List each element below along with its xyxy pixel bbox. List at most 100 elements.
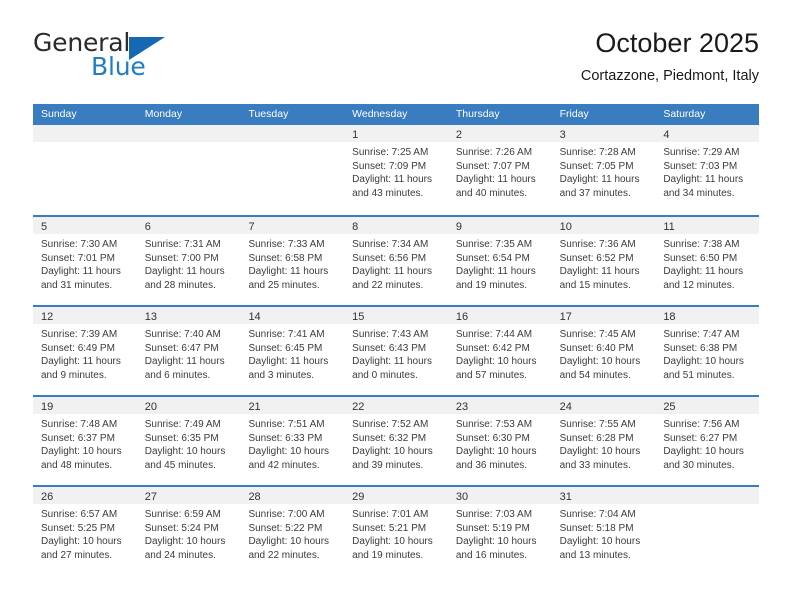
day-details: Sunrise: 7:04 AM Sunset: 5:18 PM Daylight:… — [552, 504, 656, 562]
day-details: Sunrise: 7:30 AM Sunset: 7:01 PM Daylight:… — [33, 234, 137, 292]
sunrise-text: Sunrise: 7:33 AM — [248, 239, 325, 250]
day-cell[interactable]: 28 Sunrise: 7:00 AM Sunset: 5:22 PM Dayligh… — [240, 487, 345, 575]
sunrise-text: Sunrise: 7:01 AM — [352, 509, 429, 520]
day-cell[interactable]: 9 Sunrise: 7:35 AM Sunset: 6:54 PM Daylight… — [447, 217, 552, 305]
sunrise-text: Sunrise: 7:44 AM — [455, 329, 533, 340]
daylight-text-line2: and 15 minutes. — [559, 279, 631, 291]
day-cell[interactable]: 15 Sunrise: 7:43 AM Sunset: 6:43 PM Dayligh… — [344, 307, 448, 395]
day-details: Sunrise: 7:56 AM Sunset: 6:27 PM Daylight:… — [655, 414, 759, 472]
daylight-text-line1: Daylight: 10 hours — [663, 356, 744, 367]
day-details: Sunrise: 7:40 AM Sunset: 6:47 PM Daylight:… — [137, 324, 241, 382]
day-cell[interactable]: 17 Sunrise: 7:45 AM Sunset: 6:40 PM Dayligh… — [551, 307, 656, 395]
day-cell[interactable]: 31 Sunrise: 7:04 AM Sunset: 5:18 PM Dayligh… — [551, 487, 656, 575]
daylight-text-line2: and 43 minutes. — [352, 187, 424, 199]
date-band: 1 — [344, 125, 448, 142]
day-cell[interactable]: 23 Sunrise: 7:53 AM Sunset: 6:30 PM Dayligh… — [447, 397, 552, 485]
daylight-text-line2: and 6 minutes. — [144, 369, 211, 381]
date-number: 2 — [455, 129, 462, 141]
daylight-text-line1: Daylight: 10 hours — [455, 446, 537, 457]
day-cell[interactable]: 26 Sunrise: 6:57 AM Sunset: 5:25 PM Dayligh… — [33, 487, 137, 575]
sunrise-text: Sunrise: 7:49 AM — [144, 419, 221, 430]
sunrise-text: Sunrise: 7:30 AM — [41, 239, 118, 250]
day-details: Sunrise: 6:59 AM Sunset: 5:24 PM Daylight:… — [137, 504, 241, 562]
day-cell[interactable]: 20 Sunrise: 7:49 AM Sunset: 6:35 PM Dayligh… — [136, 397, 241, 485]
day-cell[interactable]: 11 Sunrise: 7:38 AM Sunset: 6:50 PM Dayligh… — [655, 217, 760, 305]
day-details: Sunrise: 7:45 AM Sunset: 6:40 PM Daylight:… — [552, 324, 656, 382]
daylight-text-line2: and 22 minutes. — [352, 279, 424, 291]
day-cell[interactable]: 14 Sunrise: 7:41 AM Sunset: 6:45 PM Dayligh… — [240, 307, 345, 395]
brand-logo[interactable]: General Blue — [33, 26, 263, 88]
daylight-text-line2: and 31 minutes. — [41, 279, 113, 291]
sunset-text: Sunset: 5:24 PM — [144, 522, 219, 534]
day-cell[interactable]: 30 Sunrise: 7:03 AM Sunset: 5:19 PM Dayligh… — [447, 487, 552, 575]
daylight-text-line2: and 13 minutes. — [559, 549, 631, 561]
sunset-text: Sunset: 6:37 PM — [41, 432, 115, 444]
date-band: 3 — [551, 125, 656, 142]
day-cell[interactable]: 1 Sunrise: 7:25 AM Sunset: 7:09 PM Daylight… — [344, 125, 448, 215]
day-cell-empty — [33, 125, 137, 215]
date-number: 16 — [455, 311, 469, 323]
day-cell[interactable]: 18 Sunrise: 7:47 AM Sunset: 6:38 PM Dayligh… — [655, 307, 760, 395]
day-details: Sunrise: 7:35 AM Sunset: 6:54 PM Daylight:… — [448, 234, 552, 292]
daylight-text-line2: and 48 minutes. — [41, 459, 113, 471]
date-number: 5 — [41, 221, 48, 233]
day-cell[interactable]: 4 Sunrise: 7:29 AM Sunset: 7:03 PM Daylight… — [655, 125, 760, 215]
day-cell[interactable]: 25 Sunrise: 7:56 AM Sunset: 6:27 PM Dayligh… — [655, 397, 760, 485]
day-details: Sunrise: 7:00 AM Sunset: 5:22 PM Daylight:… — [240, 504, 344, 562]
date-band: 12 — [33, 307, 137, 324]
daylight-text-line2: and 24 minutes. — [144, 549, 216, 561]
daylight-text-line2: and 12 minutes. — [663, 279, 735, 291]
day-cell[interactable]: 3 Sunrise: 7:28 AM Sunset: 7:05 PM Daylight… — [551, 125, 656, 215]
daylight-text-line2: and 42 minutes. — [248, 459, 320, 471]
date-number: 31 — [559, 491, 572, 503]
day-cell[interactable]: 19 Sunrise: 7:48 AM Sunset: 6:37 PM Dayligh… — [33, 397, 137, 485]
day-cell[interactable]: 24 Sunrise: 7:55 AM Sunset: 6:28 PM Dayligh… — [551, 397, 656, 485]
date-band: 11 — [655, 217, 760, 234]
day-cell[interactable]: 27 Sunrise: 6:59 AM Sunset: 5:24 PM Dayligh… — [136, 487, 241, 575]
sunset-text: Sunset: 7:01 PM — [41, 252, 115, 264]
daylight-text-line1: Daylight: 10 hours — [352, 536, 433, 547]
sunset-text: Sunset: 6:43 PM — [352, 342, 427, 354]
daylight-text-line2: and 39 minutes. — [352, 459, 424, 471]
sunrise-text: Sunrise: 7:39 AM — [41, 329, 118, 340]
day-cell[interactable]: 13 Sunrise: 7:40 AM Sunset: 6:47 PM Dayligh… — [136, 307, 241, 395]
daylight-text-line2: and 30 minutes. — [663, 459, 735, 471]
daylight-text-line2: and 0 minutes. — [352, 369, 418, 381]
date-number: 27 — [144, 491, 157, 503]
date-band: 9 — [447, 217, 552, 234]
sunset-text: Sunset: 6:42 PM — [455, 342, 530, 354]
date-number: 25 — [663, 401, 676, 413]
day-cell[interactable]: 5 Sunrise: 7:30 AM Sunset: 7:01 PM Daylight… — [33, 217, 137, 305]
sunrise-text: Sunrise: 7:00 AM — [248, 509, 325, 520]
day-cell[interactable]: 22 Sunrise: 7:52 AM Sunset: 6:32 PM Dayligh… — [344, 397, 448, 485]
sunrise-text: Sunrise: 7:40 AM — [144, 329, 221, 340]
day-cell[interactable]: 2 Sunrise: 7:26 AM Sunset: 7:07 PM Daylight… — [447, 125, 552, 215]
date-number: 11 — [663, 221, 675, 233]
date-band — [33, 125, 137, 142]
daylight-text-line2: and 40 minutes. — [455, 187, 528, 199]
day-details: Sunrise: 7:39 AM Sunset: 6:49 PM Daylight:… — [33, 324, 137, 382]
date-band — [136, 125, 241, 142]
day-cell[interactable]: 12 Sunrise: 7:39 AM Sunset: 6:49 PM Dayligh… — [33, 307, 137, 395]
date-number: 28 — [248, 491, 261, 503]
date-band: 21 — [240, 397, 345, 414]
date-band: 4 — [655, 125, 760, 142]
page-subtitle: Cortazzone, Piedmont, Italy — [580, 68, 759, 84]
day-cell[interactable]: 8 Sunrise: 7:34 AM Sunset: 6:56 PM Daylight… — [344, 217, 448, 305]
sunset-text: Sunset: 6:58 PM — [248, 252, 323, 264]
date-band: 30 — [447, 487, 552, 504]
day-cell[interactable]: 6 Sunrise: 7:31 AM Sunset: 7:00 PM Daylight… — [136, 217, 241, 305]
daylight-text-line2: and 27 minutes. — [41, 549, 113, 561]
day-cell[interactable]: 7 Sunrise: 7:33 AM Sunset: 6:58 PM Daylight… — [240, 217, 345, 305]
sunrise-text: Sunrise: 7:52 AM — [352, 419, 429, 430]
day-details: Sunrise: 7:25 AM Sunset: 7:09 PM Daylight:… — [344, 142, 448, 200]
day-cell[interactable]: 29 Sunrise: 7:01 AM Sunset: 5:21 PM Dayligh… — [344, 487, 448, 575]
sunset-text: Sunset: 7:05 PM — [559, 160, 634, 172]
sunrise-text: Sunrise: 7:26 AM — [455, 147, 533, 158]
day-cell[interactable]: 16 Sunrise: 7:44 AM Sunset: 6:42 PM Dayligh… — [447, 307, 552, 395]
daylight-text-line1: Daylight: 10 hours — [559, 356, 641, 367]
day-cell[interactable]: 10 Sunrise: 7:36 AM Sunset: 6:52 PM Dayligh… — [551, 217, 656, 305]
sunset-text: Sunset: 6:32 PM — [352, 432, 427, 444]
day-cell[interactable]: 21 Sunrise: 7:51 AM Sunset: 6:33 PM Dayligh… — [240, 397, 345, 485]
weekday-header-wednesday: Wednesday — [352, 108, 408, 120]
